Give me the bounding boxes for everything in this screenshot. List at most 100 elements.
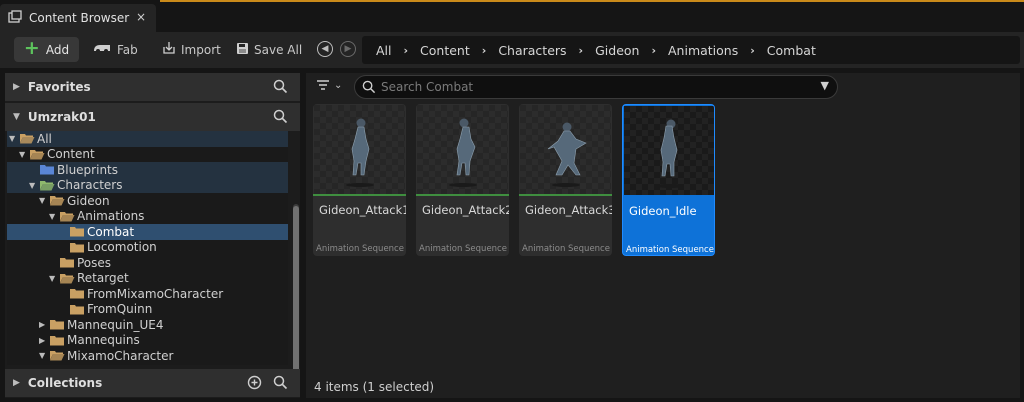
tree-item[interactable]: ▼ All — [7, 131, 288, 147]
filter-icon — [317, 80, 329, 90]
asset-tile[interactable]: Gideon_Attack3 Animation Sequence — [519, 104, 612, 256]
collections-header[interactable]: ▶ Collections — [5, 369, 300, 397]
tree-item-label: Mannequins — [67, 333, 140, 348]
chevron-down-icon[interactable]: ▼ — [29, 181, 39, 190]
chevron-right-icon[interactable]: › — [404, 44, 409, 57]
asset-name: Gideon_Attack2 — [422, 203, 509, 217]
tree-item[interactable]: Blueprints — [7, 162, 288, 178]
chevron-down-icon[interactable]: ▼ — [49, 274, 59, 283]
close-icon[interactable]: × — [136, 10, 146, 24]
asset-view: ⌄ ▼ Gideon_Attack1Animation SequenceGide… — [306, 73, 1020, 398]
tree-item-label: Retarget — [77, 271, 129, 286]
tree-item-label: Characters — [57, 178, 123, 193]
chevron-down-icon[interactable]: ▼ — [49, 212, 59, 221]
chevron-down-icon[interactable]: ▼ — [9, 134, 19, 143]
tree-item[interactable]: ▶ Mannequins — [7, 333, 288, 349]
favorites-header[interactable]: ▶ Favorites — [5, 73, 300, 101]
chevron-right-icon: ▶ — [13, 82, 20, 92]
project-header[interactable]: ▼ Umzrak01 — [5, 103, 300, 131]
tab-strip: Content Browser × — [0, 2, 1024, 32]
asset-type-color-bar — [416, 194, 509, 196]
asset-type: Animation Sequence — [522, 244, 610, 254]
tree-item[interactable]: Poses — [7, 255, 288, 271]
chevron-right-icon[interactable]: › — [750, 44, 755, 57]
tree-item[interactable]: Locomotion — [7, 240, 288, 256]
breadcrumb: All › Content › Characters › Gideon › An… — [362, 36, 1020, 64]
asset-thumbnail — [417, 105, 508, 194]
folder-open-icon — [19, 133, 35, 144]
folder-icon — [59, 257, 75, 268]
tree-item[interactable]: ▼ Animations — [7, 209, 288, 225]
chevron-right-icon[interactable]: ▶ — [39, 336, 49, 345]
asset-name: Gideon_Attack3 — [525, 203, 612, 217]
fab-label: Fab — [117, 42, 138, 57]
chevron-right-icon[interactable]: ▶ — [39, 320, 49, 329]
chevron-right-icon[interactable]: › — [579, 44, 584, 57]
chevron-down-icon[interactable]: ▼ — [821, 79, 829, 92]
tree-item[interactable]: ▼ MixamoCharacter — [7, 348, 288, 364]
breadcrumb-item-content[interactable]: Content — [420, 43, 470, 58]
tree-item-label: Gideon — [67, 193, 110, 208]
breadcrumb-item-animations[interactable]: Animations — [668, 43, 738, 58]
tree-item-label: FromMixamoCharacter — [87, 286, 224, 301]
folder-open-icon — [49, 350, 65, 361]
folder-tree: ▼ All ▼ Content Blueprints ▼ Characters ▼ Gideon… — [7, 131, 288, 365]
folder-open-icon — [49, 195, 65, 206]
tree-item[interactable]: FromQuinn — [7, 302, 288, 318]
folder-icon — [69, 226, 85, 237]
asset-type: Animation Sequence — [316, 244, 404, 254]
import-button[interactable]: Import — [162, 37, 221, 62]
folder-icon — [69, 288, 85, 299]
save-all-button[interactable]: Save All — [236, 37, 302, 62]
forward-arrow-icon[interactable]: ▶ — [340, 41, 356, 57]
tab-title: Content Browser — [29, 11, 130, 25]
folder-open-icon — [39, 180, 55, 191]
tree-item[interactable]: ▼ Characters — [7, 177, 288, 193]
tree-item-label: FromQuinn — [87, 302, 153, 317]
content-browser-icon — [8, 9, 22, 27]
asset-tile[interactable]: Gideon_Idle Animation Sequence — [622, 104, 715, 256]
tree-item[interactable]: FromMixamoCharacter — [7, 286, 288, 302]
fab-button[interactable]: Fab — [92, 37, 138, 62]
chevron-down-icon[interactable]: ▼ — [19, 150, 29, 159]
breadcrumb-item-characters[interactable]: Characters — [498, 43, 566, 58]
asset-tile[interactable]: Gideon_Attack1 Animation Sequence — [313, 104, 406, 256]
chevron-right-icon: ▶ — [13, 378, 20, 388]
save-all-label: Save All — [254, 42, 303, 57]
search-icon[interactable] — [273, 79, 288, 97]
chevron-right-icon[interactable]: › — [651, 44, 656, 57]
back-arrow-icon[interactable]: ◀ — [317, 41, 333, 57]
item-count-status: 4 items (1 selected) — [314, 380, 435, 394]
tree-item[interactable]: ▶ Mannequin_UE4 — [7, 317, 288, 333]
search-input[interactable] — [381, 78, 801, 96]
chevron-down-icon[interactable]: ▼ — [39, 351, 49, 360]
tree-scrollbar-thumb[interactable] — [293, 206, 299, 372]
tab-content-browser[interactable]: Content Browser × — [0, 4, 156, 32]
import-icon — [162, 41, 176, 58]
chevron-right-icon[interactable]: › — [482, 44, 487, 57]
search-icon[interactable] — [273, 375, 288, 393]
search-icon[interactable] — [273, 109, 288, 127]
tree-item[interactable]: ▼ Gideon — [7, 193, 288, 209]
add-button[interactable]: + Add — [14, 37, 79, 62]
tree-item-label: Mannequin_UE4 — [67, 317, 164, 332]
filter-button[interactable]: ⌄ — [316, 79, 342, 91]
tree-item[interactable]: Combat — [7, 224, 288, 240]
tree-item-label: Combat — [87, 224, 135, 239]
plus-icon: + — [23, 37, 40, 59]
tree-item[interactable]: ▼ Retarget — [7, 271, 288, 287]
toolbar: + Add Fab Import Save All ◀ ▶ All › Cont… — [0, 32, 1024, 68]
add-collection-icon[interactable] — [247, 375, 262, 393]
project-label: Umzrak01 — [27, 110, 96, 124]
folder-open-icon — [59, 211, 75, 222]
tree-scrollbar[interactable] — [293, 204, 299, 374]
collections-label: Collections — [27, 376, 103, 390]
breadcrumb-item-gideon[interactable]: Gideon — [595, 43, 639, 58]
chevron-down-icon[interactable]: ▼ — [39, 196, 49, 205]
breadcrumb-item-all[interactable]: All — [376, 43, 392, 58]
asset-tile[interactable]: Gideon_Attack2 Animation Sequence — [416, 104, 509, 256]
folder-open-icon — [29, 149, 45, 160]
tree-item[interactable]: ▼ Content — [7, 147, 288, 163]
breadcrumb-item-combat[interactable]: Combat — [767, 43, 816, 58]
asset-thumbnail — [314, 105, 405, 194]
